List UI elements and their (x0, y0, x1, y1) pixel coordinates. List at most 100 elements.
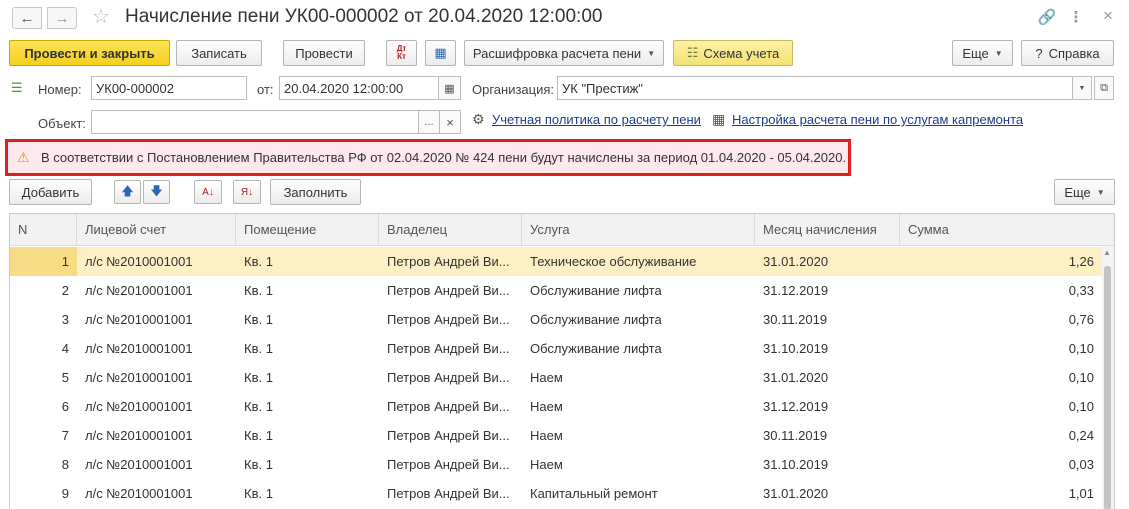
organization-open-button[interactable]: ⧉ (1094, 76, 1114, 100)
post-and-close-button[interactable]: Провести и закрыть (9, 40, 170, 66)
table-cell[interactable]: 1,01 (900, 479, 1102, 508)
table-cell[interactable]: Кв. 1 (236, 276, 379, 305)
table-cell[interactable]: л/с №2010001001 (77, 392, 236, 421)
table-cell[interactable]: л/с №2010001001 (77, 305, 236, 334)
accounting-scheme-button[interactable]: ☷ Схема учета (673, 40, 793, 66)
table-cell[interactable]: 31.10.2019 (755, 450, 900, 479)
help-button[interactable]: ? Справка (1021, 40, 1114, 66)
move-down-button[interactable]: 🡇 (143, 180, 170, 204)
table-cell[interactable]: Кв. 1 (236, 363, 379, 392)
table-cell[interactable]: Петров Андрей Ви... (379, 392, 522, 421)
table-cell[interactable]: Кв. 1 (236, 392, 379, 421)
table-cell[interactable]: 1 (10, 247, 77, 276)
table-row[interactable]: 3 л/с №2010001001 Кв. 1 Петров Андрей Ви...… (10, 305, 1102, 334)
table-row[interactable]: 7 л/с №2010001001 Кв. 1 Петров Андрей Ви...… (10, 421, 1102, 450)
table-cell[interactable]: 0,10 (900, 334, 1102, 363)
save-button[interactable]: Записать (176, 40, 262, 66)
table-cell[interactable]: Наем (522, 363, 755, 392)
table-cell[interactable]: 3 (10, 305, 77, 334)
sort-descending-button[interactable]: Я↓ (233, 180, 261, 204)
table-row[interactable]: 6 л/с №2010001001 Кв. 1 Петров Андрей Ви...… (10, 392, 1102, 421)
column-header[interactable]: Месяц начисления (755, 214, 900, 246)
sort-ascending-button[interactable]: А↓ (194, 180, 222, 204)
table-cell[interactable]: л/с №2010001001 (77, 421, 236, 450)
table-cell[interactable]: 31.01.2020 (755, 247, 900, 276)
more-button[interactable]: Еще ▼ (952, 40, 1013, 66)
table-cell[interactable]: Кв. 1 (236, 247, 379, 276)
calendar-button[interactable]: ▦ (438, 76, 461, 100)
organization-dropdown-button[interactable]: ▼ (1072, 76, 1092, 100)
table-cell[interactable]: л/с №2010001001 (77, 363, 236, 392)
table-cell[interactable]: 30.11.2019 (755, 305, 900, 334)
table-cell[interactable]: л/с №2010001001 (77, 247, 236, 276)
column-header[interactable]: Помещение (236, 214, 379, 246)
date-field[interactable]: 20.04.2020 12:00:00 (279, 76, 439, 100)
table-cell[interactable]: 0,10 (900, 392, 1102, 421)
object-field[interactable] (91, 110, 419, 134)
table-cell[interactable]: Наем (522, 421, 755, 450)
table-cell[interactable]: Кв. 1 (236, 450, 379, 479)
table-cell[interactable]: Петров Андрей Ви... (379, 363, 522, 392)
table-cell[interactable]: 9 (10, 479, 77, 508)
table-cell[interactable]: Техническое обслуживание (522, 247, 755, 276)
column-header[interactable]: Услуга (522, 214, 755, 246)
table-cell[interactable]: л/с №2010001001 (77, 276, 236, 305)
table-cell[interactable]: Петров Андрей Ви... (379, 305, 522, 334)
table-cell[interactable]: л/с №2010001001 (77, 334, 236, 363)
table-cell[interactable]: 0,24 (900, 421, 1102, 450)
table-cell[interactable]: Петров Андрей Ви... (379, 334, 522, 363)
settings-link[interactable]: Настройка расчета пени по услугам капрем… (732, 112, 1023, 127)
table-row[interactable]: 9 л/с №2010001001 Кв. 1 Петров Андрей Ви...… (10, 479, 1102, 508)
column-header[interactable]: Владелец (379, 214, 522, 246)
dt-kt-button[interactable]: Дт Кт (386, 40, 417, 66)
table-cell[interactable]: Обслуживание лифта (522, 305, 755, 334)
table-cell[interactable]: 31.01.2020 (755, 363, 900, 392)
column-header[interactable]: N (10, 214, 77, 246)
table-more-button[interactable]: Еще ▼ (1054, 179, 1115, 205)
favorite-star-icon[interactable]: ☆ (92, 5, 110, 29)
table-cell[interactable]: Петров Андрей Ви... (379, 450, 522, 479)
column-header[interactable]: Сумма (900, 214, 1114, 246)
table-row[interactable]: 1 л/с №2010001001 Кв. 1 Петров Андрей Ви...… (10, 247, 1102, 276)
table-cell[interactable]: л/с №2010001001 (77, 479, 236, 508)
table-row[interactable]: 5 л/с №2010001001 Кв. 1 Петров Андрей Ви...… (10, 363, 1102, 392)
table-cell[interactable]: Петров Андрей Ви... (379, 479, 522, 508)
table-cell[interactable]: Наем (522, 392, 755, 421)
scrollbar-thumb[interactable] (1104, 266, 1111, 509)
table-cell[interactable]: 8 (10, 450, 77, 479)
column-header[interactable]: Лицевой счет (77, 214, 236, 246)
number-field[interactable]: УК00-000002 (91, 76, 247, 100)
move-up-button[interactable]: 🡅 (114, 180, 141, 204)
table-cell[interactable]: 0,03 (900, 450, 1102, 479)
close-icon[interactable]: × (1098, 6, 1118, 26)
table-cell[interactable]: Петров Андрей Ви... (379, 421, 522, 450)
table-cell[interactable]: Обслуживание лифта (522, 334, 755, 363)
table-cell[interactable]: Петров Андрей Ви... (379, 276, 522, 305)
table-cell[interactable]: Кв. 1 (236, 421, 379, 450)
add-button[interactable]: Добавить (9, 179, 92, 205)
object-select-button[interactable]: ... (418, 110, 440, 134)
table-cell[interactable]: Петров Андрей Ви... (379, 247, 522, 276)
back-button[interactable]: ← (12, 7, 42, 29)
table-cell[interactable]: л/с №2010001001 (77, 450, 236, 479)
table-row[interactable]: 8 л/с №2010001001 Кв. 1 Петров Андрей Ви...… (10, 450, 1102, 479)
table-row[interactable]: 4 л/с №2010001001 Кв. 1 Петров Андрей Ви...… (10, 334, 1102, 363)
table-cell[interactable]: 6 (10, 392, 77, 421)
forward-button[interactable]: → (47, 7, 77, 29)
table-row[interactable]: 2 л/с №2010001001 Кв. 1 Петров Андрей Ви...… (10, 276, 1102, 305)
table-cell[interactable]: 31.01.2020 (755, 479, 900, 508)
table-cell[interactable]: 0,33 (900, 276, 1102, 305)
table-cell[interactable]: 7 (10, 421, 77, 450)
table-cell[interactable]: Наем (522, 450, 755, 479)
table-cell[interactable]: 31.12.2019 (755, 392, 900, 421)
table-cell[interactable]: 0,76 (900, 305, 1102, 334)
table-cell[interactable]: 2 (10, 276, 77, 305)
table-cell[interactable]: Обслуживание лифта (522, 276, 755, 305)
table-cell[interactable]: 31.10.2019 (755, 334, 900, 363)
vertical-scrollbar[interactable]: ▲ (1102, 246, 1114, 509)
post-button[interactable]: Провести (283, 40, 365, 66)
calc-breakdown-button[interactable]: Расшифровка расчета пени ▼ (464, 40, 664, 66)
table-cell[interactable]: 31.12.2019 (755, 276, 900, 305)
link-icon[interactable]: 🔗 (1037, 8, 1057, 26)
more-actions-icon[interactable]: ⋮ (1066, 8, 1086, 26)
